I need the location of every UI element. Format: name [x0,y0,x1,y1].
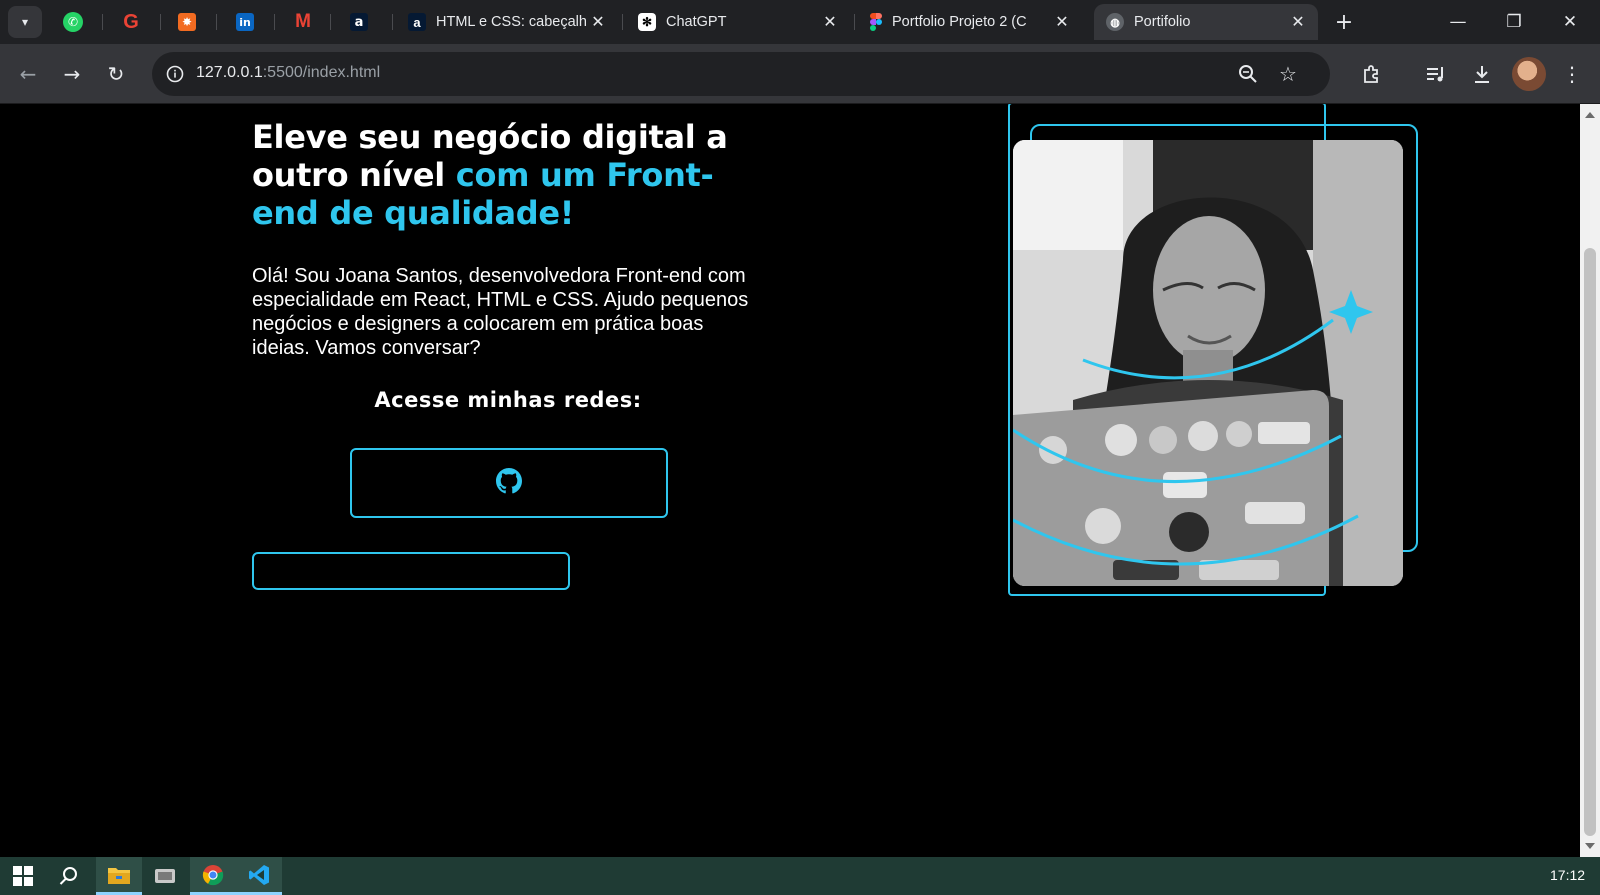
scrollbar-thumb[interactable] [1584,248,1596,836]
menu-kebab-icon[interactable]: ⋮ [1556,58,1588,90]
forward-button[interactable]: → [56,58,88,90]
back-button[interactable]: ← [12,58,44,90]
restore-button[interactable]: ❐ [1486,0,1542,44]
linkedin-icon: in [236,13,254,31]
tab-title: Portifolio [1134,14,1191,30]
taskbar-search-button[interactable] [46,857,92,895]
networks-heading: Acesse minhas redes: [374,388,642,412]
pinned-tab-whatsapp[interactable]: ✆ [52,8,94,36]
tab-alura-html[interactable]: a HTML e CSS: cabeçalh ✕ [396,4,618,40]
vscode-icon [249,864,269,885]
profile-photo [1013,140,1403,586]
tab-chatgpt[interactable]: ✻ ChatGPT ✕ [626,4,850,40]
tab-title: HTML e CSS: cabeçalh [436,14,587,30]
gmail-icon: M [295,11,311,32]
windows-taskbar: 17:12 [0,857,1600,895]
chrome-icon [202,864,224,885]
scroll-down-arrow-icon[interactable] [1585,843,1595,849]
url-host: 127.0.0.1 [196,64,263,81]
scroll-up-arrow-icon[interactable] [1585,112,1595,118]
windows-icon [13,866,33,886]
github-icon [496,468,522,498]
url-text[interactable]: 127.0.0.1:5500/index.html [196,64,380,82]
new-tab-button[interactable]: + [1330,8,1358,36]
tab-title: ChatGPT [666,14,727,30]
reload-button[interactable]: ↻ [100,58,132,90]
taskbar-app[interactable] [142,857,188,895]
media-control-icon[interactable] [1420,58,1452,90]
close-icon[interactable]: ✕ [588,12,608,32]
whatsapp-icon: ✆ [63,12,83,32]
download-icon[interactable] [1466,58,1498,90]
pinned-tab-gmail[interactable]: M [282,8,324,36]
pinned-tab-linkedin[interactable]: in [224,8,266,36]
app-icon [155,869,175,883]
address-bar[interactable]: 127.0.0.1:5500/index.html ☆ [152,52,1330,96]
taskbar-vscode[interactable] [236,857,282,895]
google-icon: G [123,10,139,33]
zoom-icon[interactable] [1232,58,1264,90]
pinned-tab-google[interactable]: G [110,8,152,36]
globe-icon: ◍ [1106,13,1124,31]
taskbar-file-explorer[interactable] [96,857,142,895]
search-icon [59,867,77,885]
tab-portifolio[interactable]: ◍ Portifolio ✕ [1094,4,1318,40]
page-viewport: Eleve seu negócio digital a outro nível … [0,104,1580,857]
url-path: :5500/index.html [262,64,381,81]
page-scrollbar[interactable] [1580,104,1600,857]
github-button[interactable] [350,448,668,518]
taskbar-chrome[interactable] [190,857,236,895]
profile-avatar[interactable] [1512,57,1546,91]
figma-icon [870,13,882,31]
close-icon[interactable]: ✕ [1052,12,1072,32]
folder-icon [108,867,130,884]
hero-heading: Eleve seu negócio digital a outro nível … [252,118,772,232]
alura-icon: a [350,13,368,31]
phoenix-icon: ✸ [178,13,196,31]
bookmark-star-icon[interactable]: ☆ [1272,58,1304,90]
extensions-icon[interactable] [1356,58,1388,90]
tab-strip: ▾ ✆ G ✸ in M a a HTML e CSS: cabeçalh ✕ … [0,0,1600,44]
close-window-button[interactable]: ✕ [1542,0,1598,44]
chatgpt-icon: ✻ [638,13,656,31]
social-button-empty[interactable] [252,552,570,590]
site-info-icon[interactable] [162,61,188,87]
alura-icon: a [408,13,426,31]
pinned-tab-alura[interactable]: a [338,8,380,36]
tab-search-button[interactable]: ▾ [8,6,42,38]
close-icon[interactable]: ✕ [1288,12,1308,32]
pinned-tab-phoenix[interactable]: ✸ [166,8,208,36]
taskbar-clock[interactable]: 17:12 [1550,867,1585,883]
intro-paragraph: Olá! Sou Joana Santos, desenvolvedora Fr… [252,265,749,359]
tab-figma[interactable]: Portfolio Projeto 2 (C ✕ [858,4,1082,40]
tab-title: Portfolio Projeto 2 (C [892,14,1027,30]
close-icon[interactable]: ✕ [820,12,840,32]
minimize-button[interactable]: — [1430,0,1486,44]
browser-toolbar: ← → ↻ 127.0.0.1:5500/index.html ☆ ⋮ [0,44,1600,104]
start-button[interactable] [0,857,46,895]
